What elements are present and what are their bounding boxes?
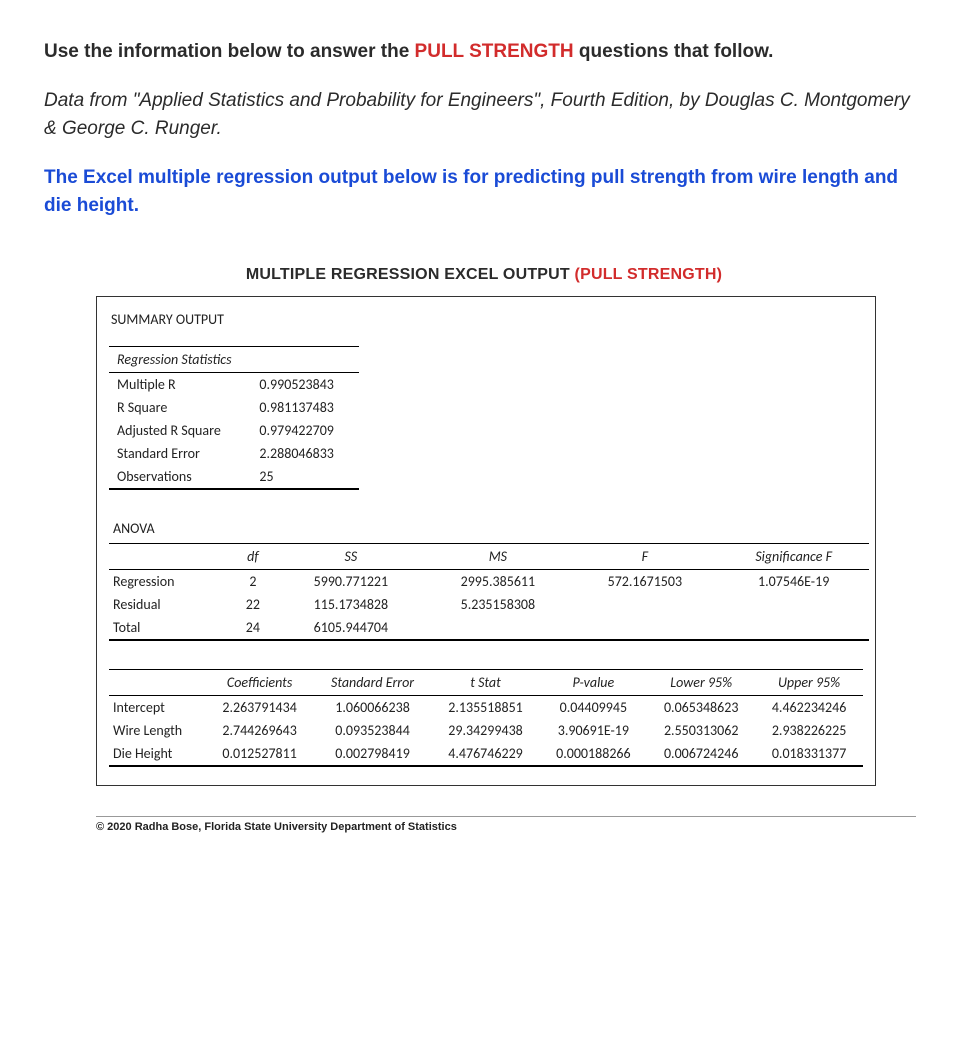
anova-cell: 24 [228, 616, 277, 640]
anova-table: df SS MS F Significance F Regression 2 5… [109, 543, 869, 641]
intro-line-1-highlight: PULL STRENGTH [415, 41, 574, 62]
regstats-label: Adjusted R Square [109, 419, 251, 442]
regstats-label: Observations [109, 465, 251, 489]
coef-hdr-se: Standard Error [314, 669, 432, 695]
copyright-text: © 2020 Radha Bose, Florida State Univers… [96, 816, 916, 833]
coef-hdr-p: P-value [539, 669, 647, 695]
coef-cell: 0.000188266 [539, 742, 647, 766]
anova-cell: 2 [228, 569, 277, 593]
table-row: Multiple R0.990523843 [109, 372, 359, 396]
coef-cell: 0.002798419 [314, 742, 432, 766]
anova-cell [718, 593, 869, 616]
intro-block: Use the information below to answer the … [44, 38, 924, 221]
anova-label: ANOVA [109, 518, 863, 543]
coef-cell: 0.065348623 [647, 695, 755, 719]
coef-cell: 4.462234246 [755, 695, 863, 719]
coef-cell: 0.04409945 [539, 695, 647, 719]
anova-row-label: Residual [109, 593, 228, 616]
page: Use the information below to answer the … [0, 0, 968, 863]
anova-cell: 6105.944704 [277, 616, 424, 640]
regstats-label: R Square [109, 396, 251, 419]
anova-cell [571, 616, 718, 640]
regstats-value: 0.990523843 [251, 372, 359, 396]
anova-cell [424, 616, 571, 640]
summary-output-label: SUMMARY OUTPUT [109, 305, 863, 346]
coef-row-label: Intercept [109, 695, 206, 719]
table-row: Intercept 2.263791434 1.060066238 2.1355… [109, 695, 863, 719]
regstats-value: 25 [251, 465, 359, 489]
table-row: Wire Length 2.744269643 0.093523844 29.3… [109, 719, 863, 742]
regstats-value: 0.979422709 [251, 419, 359, 442]
intro-line-1: Use the information below to answer the … [44, 38, 924, 67]
anova-row-label: Total [109, 616, 228, 640]
coef-cell: 2.135518851 [432, 695, 540, 719]
intro-line-1-suffix: questions that follow. [574, 41, 774, 62]
output-title-highlight: (PULL STRENGTH) [575, 266, 723, 283]
coef-cell: 3.90691E-19 [539, 719, 647, 742]
coef-row-label: Wire Length [109, 719, 206, 742]
table-row: Regression 2 5990.771221 2995.385611 572… [109, 569, 869, 593]
coef-cell: 4.476746229 [432, 742, 540, 766]
coef-row-label: Die Height [109, 742, 206, 766]
anova-cell: 115.1734828 [277, 593, 424, 616]
coef-cell: 0.093523844 [314, 719, 432, 742]
table-row: Residual 22 115.1734828 5.235158308 [109, 593, 869, 616]
coef-cell: 0.006724246 [647, 742, 755, 766]
intro-line-1-prefix: Use the information below to answer the [44, 41, 415, 62]
regstats-header: Regression Statistics [109, 346, 359, 372]
coef-cell: 1.060066238 [314, 695, 432, 719]
table-row: Standard Error2.288046833 [109, 442, 359, 465]
coef-hdr-hi: Upper 95% [755, 669, 863, 695]
output-title-prefix: MULTIPLE REGRESSION EXCEL OUTPUT [246, 266, 575, 283]
coef-cell: 2.744269643 [206, 719, 314, 742]
coefficients-table: Coefficients Standard Error t Stat P-val… [109, 669, 863, 767]
anova-hdr-df: df [228, 543, 277, 569]
anova-cell: 1.07546E-19 [718, 569, 869, 593]
coef-cell: 29.34299438 [432, 719, 540, 742]
coef-cell: 2.550313062 [647, 719, 755, 742]
anova-hdr-f: F [571, 543, 718, 569]
anova-cell: 2995.385611 [424, 569, 571, 593]
anova-cell: 5.235158308 [424, 593, 571, 616]
table-header-row: Coefficients Standard Error t Stat P-val… [109, 669, 863, 695]
coef-hdr-lo: Lower 95% [647, 669, 755, 695]
anova-cell: 572.1671503 [571, 569, 718, 593]
anova-cell: 22 [228, 593, 277, 616]
table-row: Adjusted R Square0.979422709 [109, 419, 359, 442]
anova-hdr-ss: SS [277, 543, 424, 569]
table-row: Observations25 [109, 465, 359, 489]
anova-cell [718, 616, 869, 640]
table-row: Total 24 6105.944704 [109, 616, 869, 640]
coef-hdr-t: t Stat [432, 669, 540, 695]
regression-statistics-table: Regression Statistics Multiple R0.990523… [109, 346, 359, 490]
coef-cell: 2.263791434 [206, 695, 314, 719]
regstats-label: Standard Error [109, 442, 251, 465]
regression-output-box: SUMMARY OUTPUT Regression Statistics Mul… [96, 296, 876, 786]
coef-cell: 2.938226225 [755, 719, 863, 742]
table-row: Die Height 0.012527811 0.002798419 4.476… [109, 742, 863, 766]
anova-cell [571, 593, 718, 616]
anova-cell: 5990.771221 [277, 569, 424, 593]
anova-hdr-ms: MS [424, 543, 571, 569]
table-header-row: df SS MS F Significance F [109, 543, 869, 569]
intro-line-3: The Excel multiple regression output bel… [44, 164, 924, 221]
coef-cell: 0.018331377 [755, 742, 863, 766]
regstats-label: Multiple R [109, 372, 251, 396]
regstats-value: 0.981137483 [251, 396, 359, 419]
coef-hdr-coef: Coefficients [206, 669, 314, 695]
table-row: R Square0.981137483 [109, 396, 359, 419]
coef-cell: 0.012527811 [206, 742, 314, 766]
anova-row-label: Regression [109, 569, 228, 593]
anova-hdr-sigf: Significance F [718, 543, 869, 569]
output-title: MULTIPLE REGRESSION EXCEL OUTPUT (PULL S… [44, 266, 924, 284]
intro-line-2: Data from "Applied Statistics and Probab… [44, 87, 924, 144]
regstats-value: 2.288046833 [251, 442, 359, 465]
